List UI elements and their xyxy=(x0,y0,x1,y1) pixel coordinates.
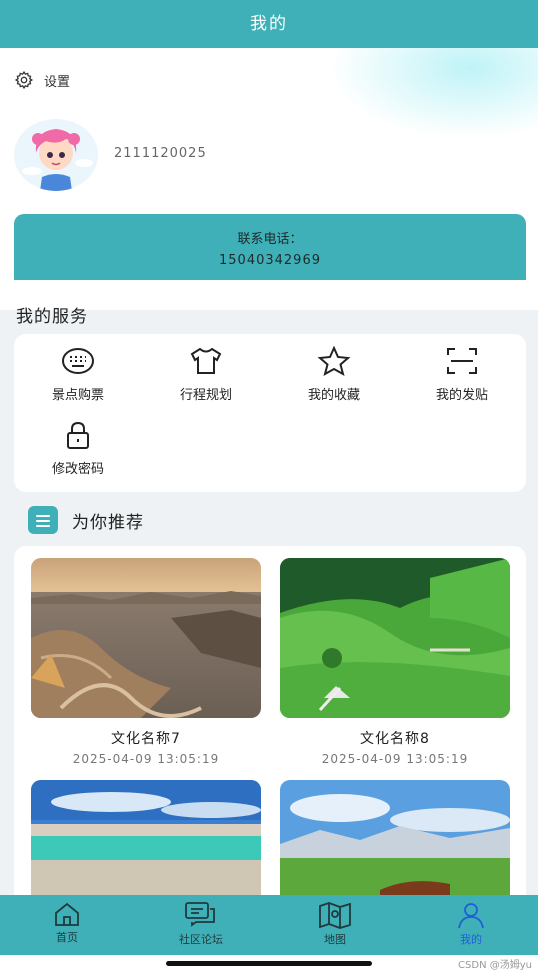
recommend-panel: 文化名称7 2025-04-09 13:05:19 文化名称8 2025-04-… xyxy=(14,546,526,906)
avatar[interactable] xyxy=(14,119,98,191)
card-title[interactable]: 文化名称7 xyxy=(31,728,261,748)
tab-label: 地图 xyxy=(324,933,346,946)
service-ticket[interactable]: 景点购票 xyxy=(14,346,142,403)
services-title: 我的服务 xyxy=(16,307,88,327)
card-image[interactable] xyxy=(280,780,510,906)
settings-button[interactable]: 设置 xyxy=(14,70,70,90)
keyboard-icon xyxy=(62,348,94,374)
phone-number: 15040342969 xyxy=(219,253,321,268)
service-label: 景点购票 xyxy=(51,388,104,403)
card-image[interactable] xyxy=(31,558,261,718)
gear-icon xyxy=(14,70,34,90)
tab-label: 我的 xyxy=(460,933,482,946)
service-itinerary[interactable]: 行程规划 xyxy=(142,346,270,403)
home-indicator[interactable] xyxy=(166,961,372,966)
tab-home[interactable]: 首页 xyxy=(0,901,134,945)
services-panel: 景点购票 行程规划 我的收藏 我的发贴 修改密码 xyxy=(14,334,526,492)
service-label: 修改密码 xyxy=(51,462,104,477)
map-icon xyxy=(319,902,351,929)
service-label: 行程规划 xyxy=(179,388,232,403)
phone-card: 联系电话： 15040342969 xyxy=(14,214,526,280)
bottom-tab-bar: 首页 社区论坛 地图 我的 xyxy=(0,895,538,955)
chat-icon xyxy=(185,902,215,927)
service-change-password[interactable]: 修改密码 xyxy=(14,420,142,477)
user-id: 2111120025 xyxy=(114,146,207,161)
card-date: 2025-04-09 13:05:19 xyxy=(72,752,220,766)
page-title: 我的 xyxy=(250,14,288,34)
settings-label: 设置 xyxy=(44,74,71,90)
home-icon xyxy=(55,902,79,926)
service-label: 我的收藏 xyxy=(307,388,360,403)
lock-icon xyxy=(67,421,89,449)
tab-label: 社区论坛 xyxy=(179,933,223,946)
recommend-header: 为你推荐 xyxy=(28,506,144,534)
page-header: 我的 xyxy=(0,0,538,48)
tab-mine[interactable]: 我的 xyxy=(404,901,538,947)
list-icon xyxy=(28,506,58,534)
phone-label: 联系电话： xyxy=(237,232,303,247)
recommend-title: 为你推荐 xyxy=(72,512,144,533)
tab-forum[interactable]: 社区论坛 xyxy=(134,901,268,947)
service-posts[interactable]: 我的发贴 xyxy=(398,346,526,403)
person-icon xyxy=(458,903,484,929)
tab-label: 首页 xyxy=(56,931,78,944)
card-image[interactable] xyxy=(31,780,261,906)
scan-icon xyxy=(447,348,477,374)
card-title[interactable]: 文化名称8 xyxy=(280,728,510,748)
service-label: 我的发贴 xyxy=(435,388,488,403)
tab-map[interactable]: 地图 xyxy=(268,901,402,947)
card-image[interactable] xyxy=(280,558,510,718)
card-date: 2025-04-09 13:05:19 xyxy=(321,752,469,766)
shirt-icon xyxy=(190,347,222,374)
watermark: CSDN @汤姆yu xyxy=(458,960,532,971)
star-icon xyxy=(317,346,351,376)
service-favorites[interactable]: 我的收藏 xyxy=(270,346,398,403)
